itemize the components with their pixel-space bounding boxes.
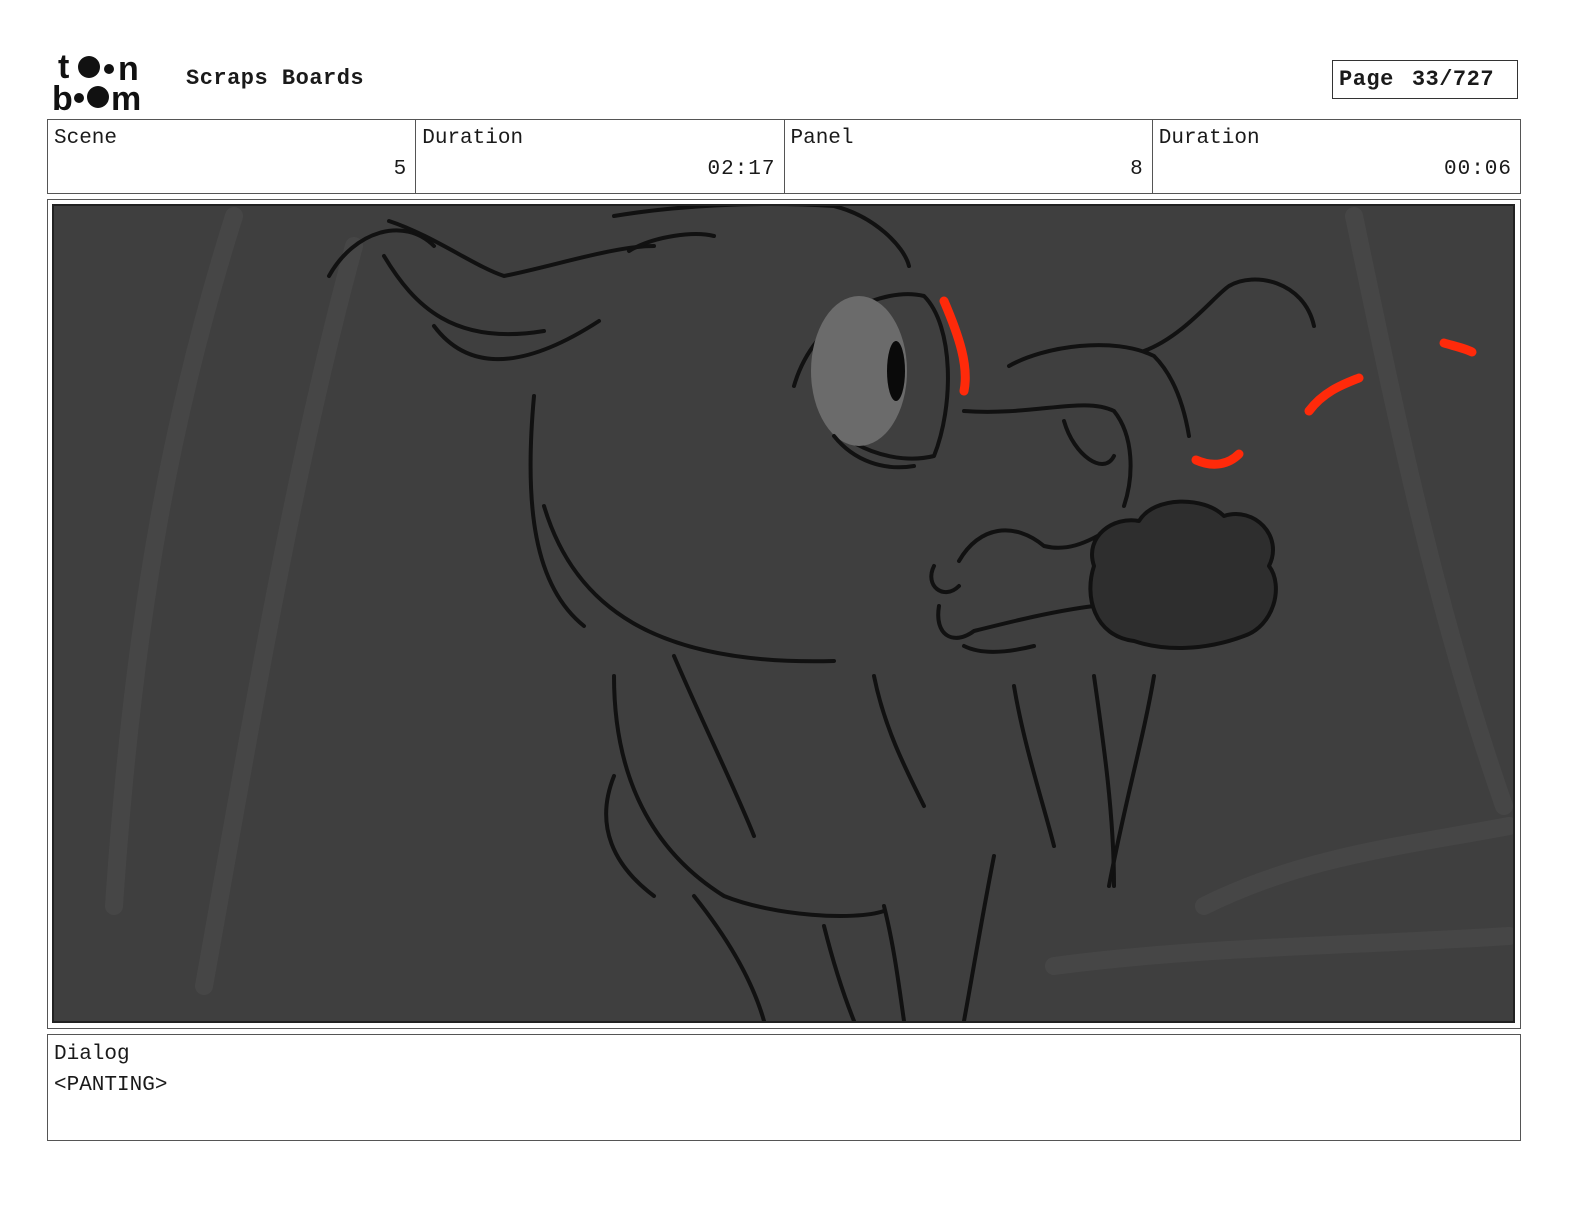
scene-cell: Scene 5 — [48, 120, 417, 193]
scene-label: Scene — [54, 127, 118, 150]
panel-duration-label: Duration — [1158, 127, 1260, 150]
page-number: 33/727 — [1411, 67, 1495, 92]
svg-text:b: b — [52, 80, 73, 114]
storyboard-sketch-image — [52, 204, 1515, 1023]
panel-value: 8 — [1130, 158, 1144, 181]
scene-value: 5 — [393, 158, 408, 181]
page-label: Page — [1339, 67, 1394, 92]
panel-duration-value: 00:06 — [1443, 158, 1512, 181]
svg-text:m: m — [111, 80, 141, 114]
scene-duration-label: Duration — [422, 127, 524, 150]
panel-info-row: Scene 5 Duration 02:17 Panel 8 Duration … — [47, 119, 1521, 194]
scene-duration-cell: Duration 02:17 — [416, 120, 785, 193]
panel-label: Panel — [790, 127, 854, 150]
board-title: Scraps Boards — [186, 66, 365, 91]
panel-duration-cell: Duration 00:06 — [1153, 120, 1520, 193]
panel-cell: Panel 8 — [785, 120, 1153, 193]
dialog-box: Dialog <PANTING> — [47, 1034, 1521, 1141]
dialog-text: <PANTING> — [54, 1074, 168, 1097]
page-indicator: Page 33/727 — [1332, 60, 1518, 99]
dialog-label: Dialog — [54, 1043, 130, 1066]
toon-boom-logo: t n b m — [52, 50, 164, 114]
panel-frame — [47, 199, 1521, 1029]
scene-duration-value: 02:17 — [707, 158, 776, 181]
